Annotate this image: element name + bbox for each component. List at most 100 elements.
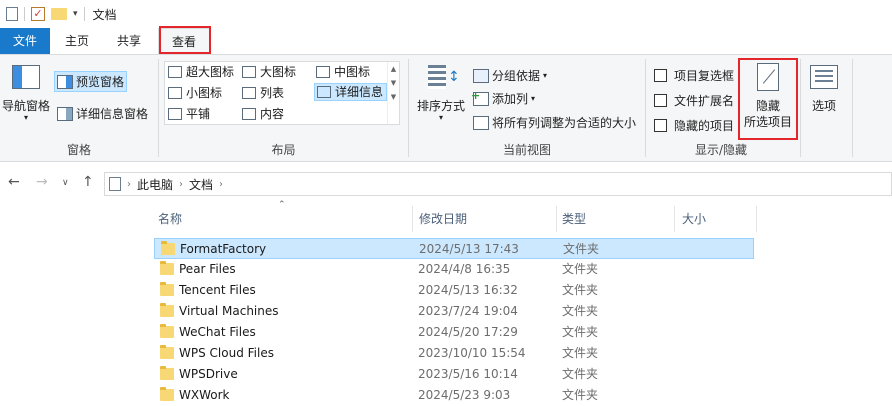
column-divider[interactable]: [556, 206, 557, 232]
folder-icon: [160, 303, 174, 317]
layout-small-icons[interactable]: 小图标: [168, 84, 222, 102]
details-pane-button[interactable]: 详细信息窗格: [57, 105, 148, 122]
breadcrumb-this-pc[interactable]: 此电脑: [137, 176, 173, 193]
ribbon: 导航窗格 ▾ 预览窗格 详细信息窗格 窗格 布局 超大图标 大图标 中图标 小图…: [0, 54, 892, 162]
file-extensions-toggle[interactable]: 文件扩展名: [654, 92, 734, 109]
tab-share[interactable]: 共享: [106, 28, 152, 54]
layout-details[interactable]: 详细信息: [314, 83, 387, 101]
highlight-hide-selected: [738, 58, 798, 140]
customize-toolbar-icon[interactable]: ▾: [73, 9, 78, 19]
sort-by-button[interactable]: ↕ 排序方式 ▾: [413, 63, 469, 122]
item-checkboxes-checkbox[interactable]: [654, 69, 667, 82]
file-date: 2024/5/23 9:03: [418, 388, 511, 402]
column-divider[interactable]: [412, 206, 413, 232]
group-by-button[interactable]: 分组依据 ▾: [473, 67, 547, 84]
folder-icon: [161, 241, 175, 255]
properties-check-icon[interactable]: ✓: [31, 7, 45, 21]
table-row[interactable]: Tencent Files 2024/5/13 16:32 文件夹: [154, 280, 754, 301]
chevron-down-icon: ▾: [438, 113, 443, 122]
group-label-layout: 布局: [271, 143, 296, 157]
options-label: 选项: [811, 99, 836, 113]
table-row[interactable]: Virtual Machines 2023/7/24 19:04 文件夹: [154, 301, 754, 322]
file-type: 文件夹: [562, 346, 599, 360]
recent-locations-icon[interactable]: ∨: [62, 178, 69, 188]
navigation-pane-button[interactable]: 导航窗格 ▾: [2, 65, 50, 122]
file-name: WPS Cloud Files: [179, 346, 274, 360]
add-column-icon: +: [471, 90, 489, 106]
navigation-bar: ← → ∨ ↑ › 此电脑 › 文档 ›: [0, 166, 892, 202]
folder-location-icon: [109, 177, 121, 191]
table-row[interactable]: FormatFactory 2024/5/13 17:43 文件夹: [154, 238, 754, 259]
breadcrumb-documents[interactable]: 文档: [189, 176, 213, 193]
options-icon: [810, 65, 838, 89]
file-date: 2023/10/10 15:54: [418, 346, 526, 360]
table-row[interactable]: WXWork 2024/5/23 9:03 文件夹: [154, 385, 754, 406]
file-name: WPSDrive: [179, 367, 238, 381]
new-folder-icon[interactable]: [51, 8, 67, 20]
ribbon-tabs: 文件 主页 共享 查看: [0, 26, 892, 54]
column-header-type[interactable]: 类型: [562, 206, 586, 232]
file-list: ⌃ 名称 修改日期 类型 大小 FormatFactory 2024/5/13 …: [140, 200, 892, 406]
group-by-label: 分组依据: [492, 69, 541, 83]
chevron-down-icon: ▾: [543, 71, 548, 80]
layout-list[interactable]: 列表: [242, 84, 284, 102]
breadcrumb-separator-icon[interactable]: ›: [219, 179, 223, 190]
fit-columns-button[interactable]: 将所有列调整为合适的大小: [473, 114, 636, 131]
details-icon: [317, 86, 331, 98]
options-button[interactable]: 选项: [804, 65, 844, 114]
layout-option-label: 详细信息: [335, 85, 384, 99]
item-checkboxes-toggle[interactable]: 项目复选框: [654, 67, 734, 84]
toolbar-divider: [24, 7, 25, 21]
tab-file[interactable]: 文件: [0, 28, 50, 54]
file-name: FormatFactory: [180, 242, 267, 256]
layout-content[interactable]: 内容: [242, 105, 284, 123]
fit-columns-icon: [473, 115, 489, 130]
scroll-up-icon[interactable]: ▲: [388, 65, 399, 73]
back-arrow-icon[interactable]: ←: [8, 174, 20, 190]
expand-gallery-icon[interactable]: ▼: [388, 93, 399, 101]
hidden-items-checkbox[interactable]: [654, 119, 667, 132]
file-date: 2023/7/24 19:04: [418, 304, 518, 318]
layout-option-label: 超大图标: [186, 65, 235, 79]
column-divider[interactable]: [756, 206, 757, 232]
breadcrumb-separator-icon[interactable]: ›: [127, 179, 131, 190]
layout-medium-icons[interactable]: 中图标: [316, 63, 370, 81]
address-bar[interactable]: › 此电脑 › 文档 ›: [104, 172, 892, 196]
window-title: 文档: [92, 7, 117, 22]
tab-home[interactable]: 主页: [54, 28, 100, 54]
group-divider: [800, 59, 801, 157]
layout-option-label: 小图标: [186, 86, 223, 100]
gallery-scrollbar[interactable]: ▲ ▼ ▼: [387, 62, 399, 124]
column-header-name[interactable]: 名称: [158, 206, 182, 232]
file-extensions-checkbox[interactable]: [654, 94, 667, 107]
forward-arrow-icon[interactable]: →: [36, 174, 48, 190]
column-header-size[interactable]: 大小: [682, 206, 706, 232]
table-row[interactable]: WPS Cloud Files 2023/10/10 15:54 文件夹: [154, 343, 754, 364]
file-type: 文件夹: [562, 283, 599, 297]
up-arrow-icon[interactable]: ↑: [82, 174, 94, 190]
column-divider[interactable]: [674, 206, 675, 232]
table-row[interactable]: WPSDrive 2023/5/16 10:14 文件夹: [154, 364, 754, 385]
hidden-items-toggle[interactable]: 隐藏的项目: [654, 117, 734, 134]
table-row[interactable]: Pear Files 2024/4/8 16:35 文件夹: [154, 259, 754, 280]
table-row[interactable]: WeChat Files 2024/5/20 17:29 文件夹: [154, 322, 754, 343]
breadcrumb-separator-icon[interactable]: ›: [179, 179, 183, 190]
folder-icon: [160, 282, 174, 296]
document-icon[interactable]: [6, 7, 18, 21]
chevron-down-icon: ▾: [531, 94, 536, 103]
layout-tiles[interactable]: 平铺: [168, 105, 210, 123]
layout-large-icons[interactable]: 大图标: [242, 63, 296, 81]
layout-extra-large-icons[interactable]: 超大图标: [168, 63, 234, 81]
column-header-date[interactable]: 修改日期: [419, 206, 467, 232]
file-date: 2024/5/20 17:29: [418, 325, 518, 339]
layout-option-label: 中图标: [334, 65, 371, 79]
add-column-button[interactable]: + 添加列 ▾: [471, 90, 536, 107]
details-pane-icon: [57, 106, 73, 121]
scroll-down-icon[interactable]: ▼: [388, 79, 399, 87]
preview-pane-button[interactable]: 预览窗格: [54, 71, 128, 92]
quick-access-toolbar: ✓ ▾: [6, 7, 85, 21]
group-divider: [852, 59, 853, 157]
extra-large-icons-icon: [168, 66, 182, 78]
navigation-pane-icon: [12, 65, 40, 89]
file-date: 2023/5/16 10:14: [418, 367, 518, 381]
